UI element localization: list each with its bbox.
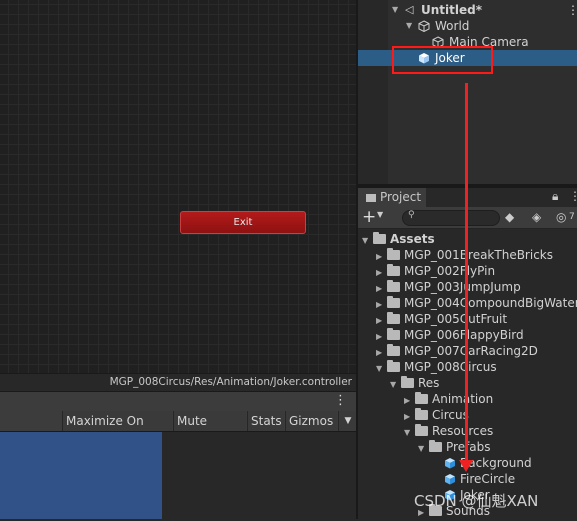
folder-item[interactable]: ▶ Animation <box>404 391 493 407</box>
folder-icon <box>401 376 414 388</box>
expand-arrow-icon[interactable]: ▼ <box>362 233 373 249</box>
exit-state-node[interactable]: Exit <box>180 211 306 234</box>
folder-item[interactable]: ▶ MGP_007CarRacing2D <box>376 343 538 359</box>
expand-arrow-icon[interactable]: ▼ <box>418 441 429 457</box>
folder-icon <box>366 194 376 202</box>
prefab-item[interactable]: FireCircle <box>444 471 515 487</box>
arrow-head-icon <box>459 460 473 472</box>
folder-item[interactable]: ▼ Resources <box>404 423 493 439</box>
highlight-box-annotation <box>392 46 493 74</box>
hidden-count: 7 <box>569 212 575 222</box>
stats-toggle[interactable]: Stats <box>247 411 284 431</box>
animator-graph-canvas[interactable]: Exit <box>0 0 357 373</box>
watermark: CSDN @仙魁XAN <box>414 492 539 510</box>
prefab-label: FireCircle <box>460 472 516 486</box>
folder-item[interactable]: ▼ MGP_008Circus <box>376 359 497 375</box>
folder-label: Assets <box>390 232 435 246</box>
expand-arrow-icon[interactable]: ▼ <box>376 361 387 377</box>
search-icon: ⚲ <box>408 210 415 220</box>
game-view-render[interactable] <box>0 432 162 519</box>
gizmos-toggle[interactable]: Gizmos <box>285 411 337 431</box>
folder-icon <box>373 232 386 244</box>
panel-menu-icon[interactable]: ⋮ <box>569 189 577 203</box>
game-view-header: ⋮ <box>0 391 357 411</box>
tab-label: Project <box>380 190 422 204</box>
scene-menu-icon[interactable]: ⋮ <box>567 2 577 18</box>
expand-arrow-icon[interactable]: ▼ <box>406 18 412 34</box>
hierarchy-item-world[interactable]: ▼ World <box>358 18 577 34</box>
mute-audio-toggle[interactable]: Mute Audio <box>173 411 246 448</box>
create-dropdown-icon[interactable]: ▼ <box>377 210 383 219</box>
prefab-cube-icon <box>444 473 456 485</box>
folder-label: MGP_003JumpJump <box>404 280 521 294</box>
hidden-packages-eye-icon[interactable]: ◎ <box>556 210 566 224</box>
folder-item[interactable]: ▶ MGP_005CutFruit <box>376 311 507 327</box>
folder-label: MGP_006FlappyBird <box>404 328 524 342</box>
more-options-icon[interactable]: ⋮ <box>334 393 347 408</box>
create-plus-icon[interactable]: + <box>362 207 376 227</box>
search-by-type-icon[interactable]: ◆ <box>505 210 514 224</box>
game-view-toolbar: Maximize On Play Mute Audio Stats Gizmos… <box>0 411 357 448</box>
folder-icon <box>387 360 400 372</box>
search-by-label-icon[interactable]: ◈ <box>532 210 541 224</box>
folder-label: Prefabs <box>446 440 491 454</box>
game-view-background <box>162 432 357 519</box>
folder-label: Circus <box>432 408 469 422</box>
folder-icon <box>415 408 428 420</box>
folder-icon <box>387 248 400 260</box>
folder-item[interactable]: ▶ MGP_003JumpJump <box>376 279 521 295</box>
unity-scene-icon: ◁ <box>405 3 414 16</box>
folder-label: Animation <box>432 392 494 406</box>
folder-icon <box>387 344 400 356</box>
gizmos-dropdown-icon[interactable]: ▼ <box>338 411 357 431</box>
hierarchy-item-label: World <box>435 19 470 33</box>
folder-label: MGP_005CutFruit <box>404 312 508 326</box>
prefab-cube-icon <box>444 457 456 469</box>
folder-item[interactable]: ▶ MGP_004CompoundBigWatern <box>376 295 577 311</box>
folder-label: MGP_002FlyPin <box>404 264 496 278</box>
scene-row[interactable]: ▼ ◁ Untitled* ⋮ <box>358 2 577 18</box>
folder-label: MGP_001BreakTheBricks <box>404 248 553 262</box>
expand-arrow-icon[interactable]: ▼ <box>392 2 398 18</box>
folder-label: MGP_004CompoundBigWatern <box>404 296 577 310</box>
folder-label: Resources <box>432 424 494 438</box>
folder-icon <box>387 312 400 324</box>
folder-icon <box>429 440 442 452</box>
folder-item[interactable]: ▶ MGP_002FlyPin <box>376 263 495 279</box>
prefab-item[interactable]: Background <box>444 455 532 471</box>
expand-arrow-icon[interactable]: ▼ <box>390 377 401 393</box>
folder-icon <box>387 264 400 276</box>
maximize-on-play-toggle[interactable]: Maximize On Play <box>62 411 172 448</box>
drag-arrow-annotation <box>465 83 468 463</box>
folder-prefabs[interactable]: ▼ Prefabs <box>418 439 491 455</box>
animator-controller-path: MGP_008Circus/Res/Animation/Joker.contro… <box>0 373 357 391</box>
folder-res[interactable]: ▼ Res <box>390 375 439 391</box>
search-input[interactable]: ⚲ <box>402 210 500 226</box>
folder-icon <box>387 328 400 340</box>
folder-item[interactable]: ▶ MGP_006FlappyBird <box>376 327 524 343</box>
folder-icon <box>415 392 428 404</box>
folder-label: MGP_008Circus <box>404 360 497 374</box>
folder-label: Res <box>418 376 440 390</box>
scene-name: Untitled* <box>421 3 482 17</box>
tab-project[interactable]: Project <box>358 188 426 207</box>
folder-label: MGP_007CarRacing2D <box>404 344 538 358</box>
lock-icon[interactable]: 🔒︎ <box>552 189 558 204</box>
folder-item[interactable]: ▶ Circus <box>404 407 469 423</box>
folder-assets[interactable]: ▼ Assets <box>362 231 435 247</box>
gameobject-cube-icon <box>418 18 433 34</box>
folder-icon <box>387 280 400 292</box>
folder-icon <box>415 424 428 436</box>
expand-arrow-icon[interactable]: ▼ <box>404 425 415 441</box>
folder-icon <box>387 296 400 308</box>
